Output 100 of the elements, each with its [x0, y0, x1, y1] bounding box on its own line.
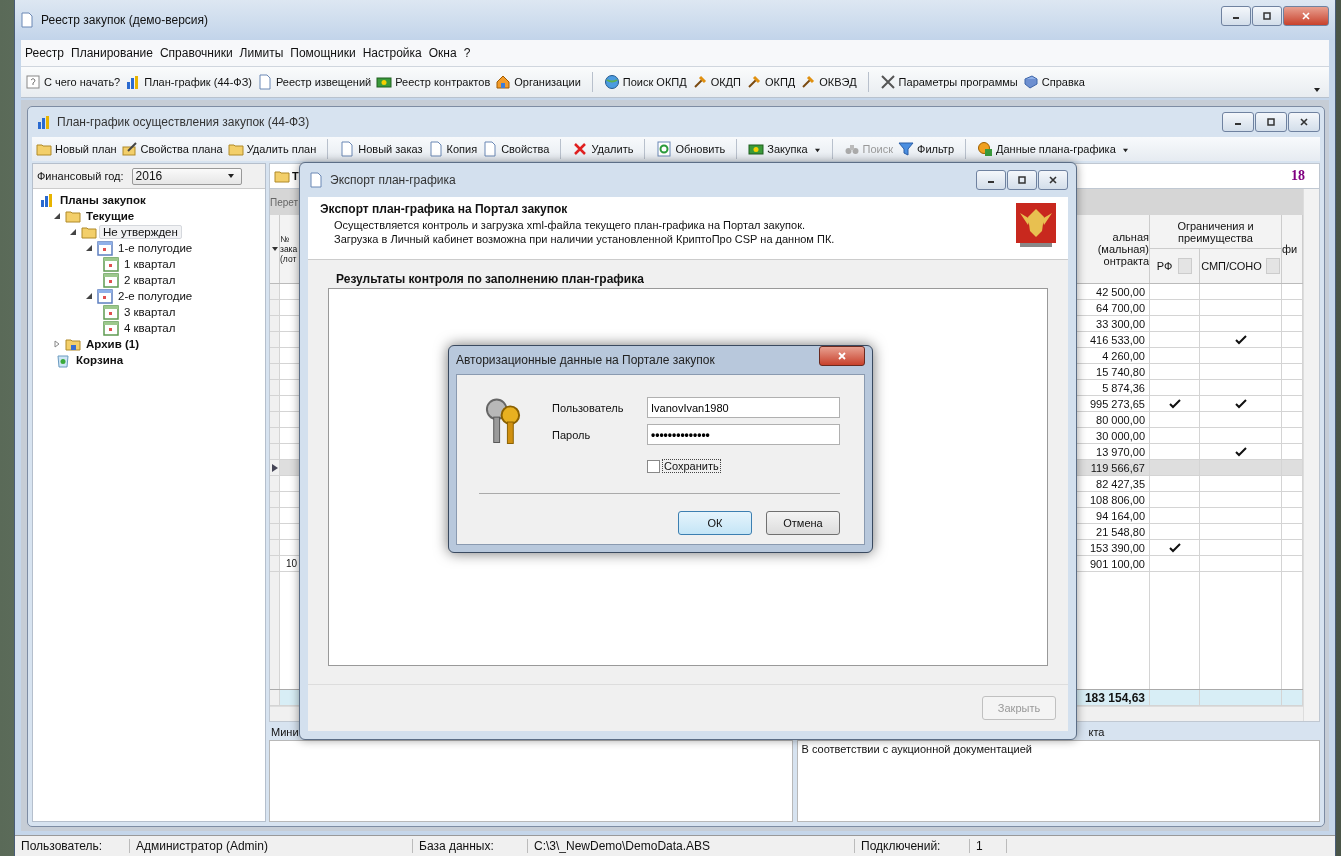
- toolbar-button[interactable]: Свойства: [501, 143, 550, 155]
- tree-item[interactable]: 2 квартал: [121, 274, 179, 286]
- text-area[interactable]: [269, 740, 793, 822]
- toolbar-button[interactable]: ОКВЭД: [819, 76, 857, 88]
- maximize-button[interactable]: [1007, 170, 1037, 190]
- toolbar-button[interactable]: Удалить план: [246, 143, 317, 155]
- tree-item[interactable]: 2-е полугодие: [115, 290, 196, 302]
- close-button[interactable]: [1038, 170, 1068, 190]
- tree-item[interactable]: Архив (1): [83, 338, 142, 350]
- menu-item[interactable]: ?: [463, 46, 471, 60]
- app-icon: [19, 12, 35, 28]
- menu-item[interactable]: Лимиты: [239, 46, 284, 60]
- expanded-arrow-icon[interactable]: [53, 212, 61, 220]
- column-header[interactable]: СМП/СОНО: [1200, 249, 1282, 283]
- toolbar-button[interactable]: Справка: [1041, 76, 1085, 88]
- check-icon: [1168, 542, 1181, 553]
- maximize-button[interactable]: [1252, 6, 1282, 26]
- record-count: 18: [1291, 168, 1305, 184]
- toolbar-button[interactable]: ОКПД: [765, 76, 796, 88]
- dialog-heading: Экспорт план-графика на Портал закупок: [320, 202, 569, 216]
- tree-item[interactable]: Планы закупок: [57, 194, 149, 206]
- toolbar-button[interactable]: Параметры программы: [898, 76, 1018, 88]
- hammer-icon: [800, 74, 817, 90]
- menu-item[interactable]: Планирование: [71, 46, 153, 60]
- toolbar-button[interactable]: Закупка: [767, 143, 821, 155]
- toolbar-button[interactable]: Организации: [514, 76, 581, 88]
- dropdown-arrow-icon: [1121, 147, 1129, 153]
- tree-item[interactable]: 4 квартал: [121, 322, 179, 334]
- toolbar-button[interactable]: Новый заказ: [358, 143, 423, 155]
- username-field[interactable]: IvanovIvan1980: [647, 397, 840, 418]
- document-icon: [339, 141, 356, 157]
- check-icon: [1168, 398, 1181, 409]
- check-icon: [1234, 446, 1247, 457]
- text-area[interactable]: В соответствии с аукционной документацией: [796, 740, 1320, 822]
- close-button[interactable]: [1288, 112, 1320, 132]
- toolbar-button[interactable]: С чего начать?: [44, 76, 121, 88]
- maximize-icon: [1266, 117, 1276, 127]
- properties-icon: [482, 141, 499, 157]
- hammer-icon: [746, 74, 762, 90]
- toolbar-button[interactable]: Копия: [446, 143, 478, 155]
- expanded-arrow-icon[interactable]: [85, 292, 93, 300]
- folder-icon: [65, 208, 81, 224]
- toolbar-button[interactable]: Реестр извещений: [276, 76, 372, 88]
- vertical-scrollbar[interactable]: [1303, 189, 1319, 721]
- folder-icon: [36, 141, 52, 157]
- ok-button[interactable]: ОК: [678, 511, 752, 535]
- toolbar-button[interactable]: Обновить: [675, 143, 726, 155]
- tree-item[interactable]: 3 квартал: [121, 306, 179, 318]
- close-button[interactable]: [819, 346, 865, 366]
- overflow-arrow-icon[interactable]: [1313, 87, 1321, 93]
- column-header[interactable]: РФ: [1150, 249, 1200, 283]
- row-header[interactable]: [270, 460, 280, 476]
- column-menu-icon[interactable]: [270, 246, 279, 252]
- bar-chart-icon: [39, 192, 55, 208]
- tree-item[interactable]: 1 квартал: [121, 258, 179, 270]
- cancel-button[interactable]: Отмена: [766, 511, 840, 535]
- tree-item[interactable]: Текущие: [83, 210, 138, 222]
- tab[interactable]: Т: [272, 168, 301, 184]
- checkbox-label[interactable]: Сохранить: [662, 459, 721, 473]
- menu-item[interactable]: Окна: [428, 46, 457, 60]
- toolbar-button[interactable]: Данные плана-графика: [996, 143, 1129, 155]
- close-icon: [837, 351, 847, 361]
- status-label: База данных:: [413, 839, 528, 853]
- tools-icon: [879, 74, 896, 90]
- tree-item[interactable]: 1-е полугодие: [115, 242, 196, 254]
- toolbar-button[interactable]: Удалить: [591, 143, 634, 155]
- status-value: Администратор (Admin): [130, 839, 413, 853]
- dropdown-arrow-icon: [813, 147, 821, 153]
- tree-item[interactable]: Не утвержден: [99, 225, 182, 239]
- description-text: Осуществляется контроль и загрузка xml-файла текущего план-графика на Портал закупок.: [333, 218, 807, 232]
- checkbox[interactable]: [647, 459, 660, 473]
- toolbar-button[interactable]: Новый план: [55, 143, 117, 155]
- database-icon: [977, 141, 993, 157]
- collapsed-arrow-icon[interactable]: [53, 340, 61, 348]
- status-value: C:\3\_NewDemo\DemoData.ABS: [528, 839, 855, 853]
- minimize-button[interactable]: [1221, 6, 1251, 26]
- toolbar-button[interactable]: Фильтр: [917, 143, 954, 155]
- minimize-button[interactable]: [976, 170, 1006, 190]
- password-field[interactable]: ••••••••••••••: [647, 424, 840, 445]
- menu-item[interactable]: Настройка: [362, 46, 422, 60]
- toolbar-button[interactable]: План-график (44-ФЗ): [144, 76, 252, 88]
- house-icon: [495, 74, 512, 90]
- document-icon: [257, 74, 273, 90]
- calendar-icon: [103, 304, 119, 320]
- menu-item[interactable]: Справочники: [159, 46, 233, 60]
- toolbar-button[interactable]: Свойства плана: [140, 143, 223, 155]
- filter-icon: [898, 141, 915, 157]
- tree-item[interactable]: Корзина: [73, 354, 127, 366]
- year-dropdown[interactable]: 2016: [131, 167, 242, 185]
- folder-icon: [81, 224, 97, 240]
- minimize-button[interactable]: [1222, 112, 1254, 132]
- maximize-button[interactable]: [1255, 112, 1287, 132]
- expanded-arrow-icon[interactable]: [69, 228, 77, 236]
- check-icon: [1234, 398, 1247, 409]
- menu-item[interactable]: Реестр: [25, 46, 64, 60]
- toolbar-button[interactable]: Реестр контрактов: [395, 76, 491, 88]
- menu-item[interactable]: Помощники: [290, 46, 356, 60]
- expanded-arrow-icon[interactable]: [85, 244, 93, 252]
- toolbar-button[interactable]: ОКДП: [710, 76, 741, 88]
- toolbar-button[interactable]: Поиск ОКПД: [622, 76, 687, 88]
